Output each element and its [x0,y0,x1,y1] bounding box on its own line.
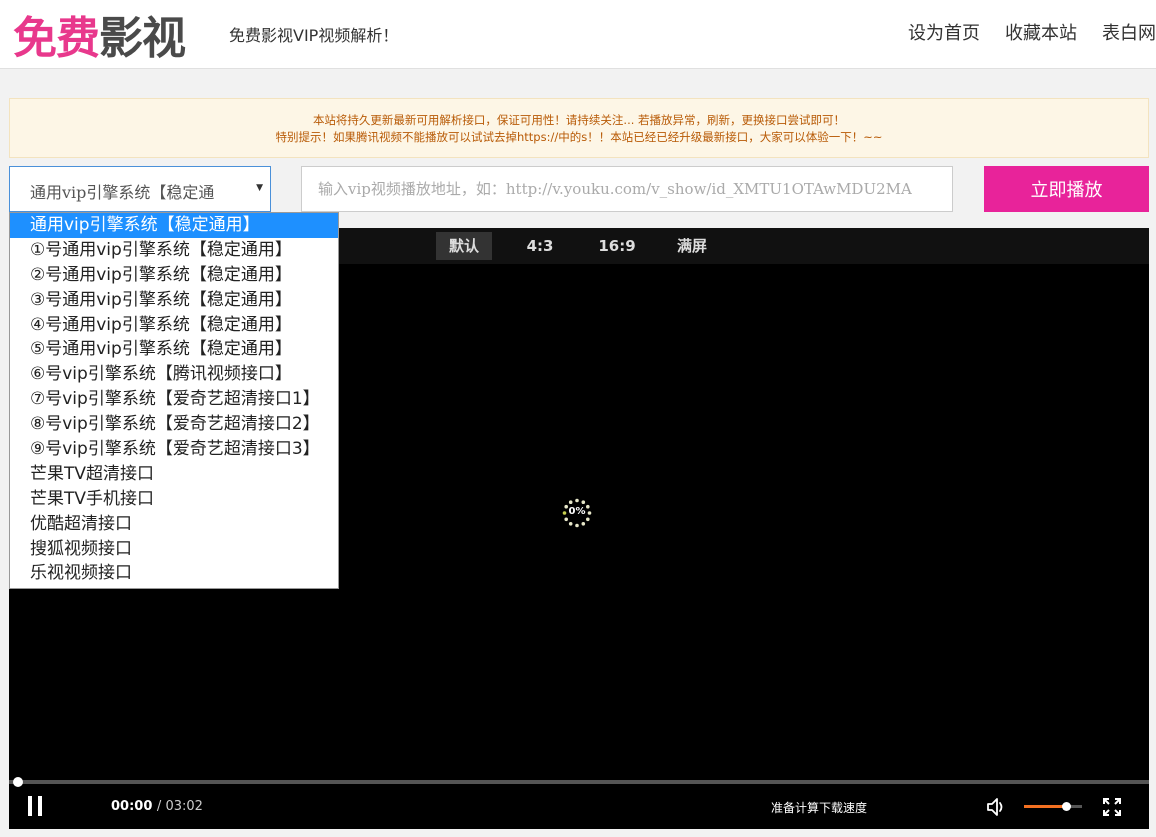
nav-set-homepage[interactable]: 设为首页 [908,19,980,45]
dropdown-option[interactable]: 优酷超清接口 [10,512,338,537]
interface-select-value: 通用vip引擎系统【稳定通 [30,183,215,202]
pause-icon[interactable] [27,796,43,818]
time-display: 00:00 / 03:02 [111,799,203,814]
dropdown-option[interactable]: ①号通用vip引擎系统【稳定通用】 [10,238,338,263]
progress-bar[interactable] [9,777,1149,787]
site-header: 免费 影视 免费影视VIP视频解析！ 设为首页 收藏本站 表白网 [0,0,1156,69]
current-time: 00:00 [111,799,153,814]
notice-banner: 本站将持久更新最新可用解析接口，保证可用性！请持续关注... 若播放异常，刷新，… [9,98,1149,158]
video-url-input[interactable] [301,166,953,212]
ratio-16-9[interactable]: 16:9 [589,232,645,260]
dropdown-option[interactable]: ⑦号vip引擎系统【爱奇艺超清接口1】 [10,387,338,412]
nav-confession-site[interactable]: 表白网 [1102,19,1156,45]
dropdown-option[interactable]: 芒果TV超清接口 [10,462,338,487]
volume-level [1024,805,1066,808]
volume-icon[interactable] [986,796,1008,818]
notice-line-1: 本站将持久更新最新可用解析接口，保证可用性！请持续关注... 若播放异常，刷新，… [312,113,846,127]
dropdown-option[interactable]: ③号通用vip引擎系统【稳定通用】 [10,288,338,313]
fullscreen-icon[interactable] [1103,798,1121,816]
top-nav: 设为首页 收藏本站 表白网 [883,19,1156,45]
nav-bookmark[interactable]: 收藏本站 [1005,19,1077,45]
total-time: 03:02 [165,799,203,814]
download-speed-text: 准备计算下载速度 [771,801,868,815]
dropdown-option[interactable]: 乐视视频接口 [10,561,338,586]
volume-knob[interactable] [1062,802,1071,811]
logo-text-b: 影视 [99,13,186,64]
dropdown-arrow-icon: ▼ [256,183,263,193]
ratio-fullscreen[interactable]: 满屏 [664,232,720,260]
ratio-default[interactable]: 默认 [436,232,492,260]
interface-dropdown-list: 通用vip引擎系统【稳定通用】 ①号通用vip引擎系统【稳定通用】 ②号通用vi… [9,212,339,589]
dropdown-option[interactable]: 芒果TV手机接口 [10,487,338,512]
dropdown-option[interactable]: 搜狐视频接口 [10,537,338,562]
dropdown-option[interactable]: ④号通用vip引擎系统【稳定通用】 [10,313,338,338]
dropdown-option[interactable]: ⑥号vip引擎系统【腾讯视频接口】 [10,362,338,387]
ratio-4-3[interactable]: 4:3 [512,232,568,260]
dropdown-option[interactable]: 通用vip引擎系统【稳定通用】 [10,213,338,238]
interface-select[interactable]: 通用vip引擎系统【稳定通 ▼ [9,166,271,212]
volume-slider[interactable] [1024,802,1082,811]
site-tagline: 免费影视VIP视频解析！ [229,26,399,45]
progress-knob[interactable] [13,777,23,787]
dropdown-option[interactable]: ⑧号vip引擎系统【爱奇艺超清接口2】 [10,412,338,437]
loading-spinner-icon: 0% [562,498,592,528]
logo-text-a: 免费 [13,13,100,64]
site-logo[interactable]: 免费 影视 [13,6,186,64]
notice-line-2: 特别提示！如果腾讯视频不能播放可以试试去掉https://中的s！！本站已经已经… [275,130,883,144]
dropdown-option[interactable]: ②号通用vip引擎系统【稳定通用】 [10,263,338,288]
loading-percent: 0% [568,506,586,517]
play-now-button[interactable]: 立即播放 [984,166,1149,212]
dropdown-option[interactable]: ⑨号vip引擎系统【爱奇艺超清接口3】 [10,437,338,462]
dropdown-option[interactable]: ⑤号通用vip引擎系统【稳定通用】 [10,337,338,362]
